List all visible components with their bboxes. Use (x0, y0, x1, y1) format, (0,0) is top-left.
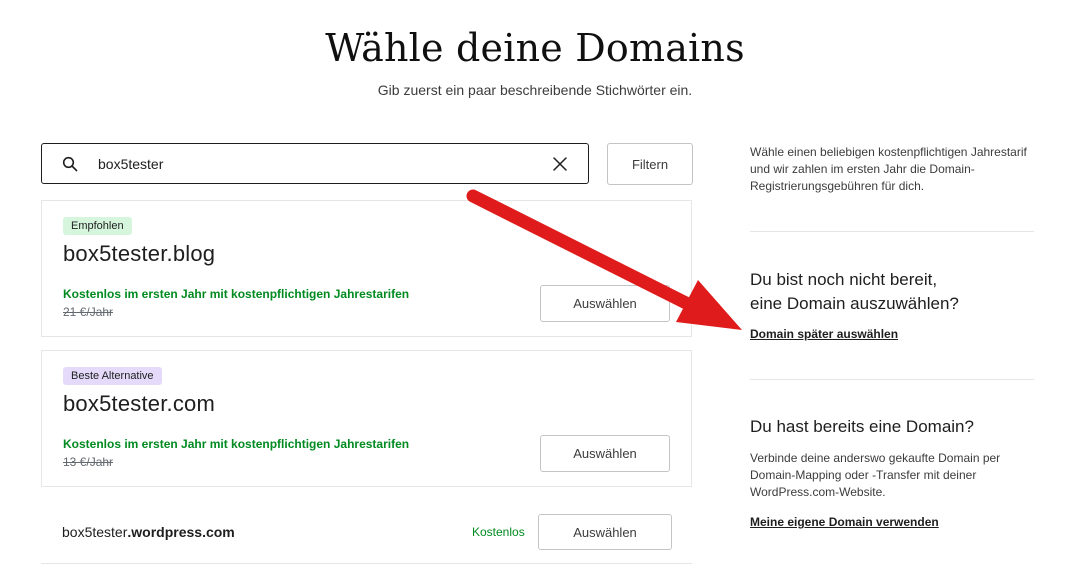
domain-name: box5tester.blog (63, 241, 216, 266)
select-domain-button[interactable]: Auswählen (540, 435, 670, 472)
sidebar-intro: Wähle einen beliebigen kostenpflichtigen… (750, 145, 1027, 193)
domain-search-box[interactable] (41, 143, 589, 184)
select-domain-button[interactable]: Auswählen (540, 285, 670, 322)
own-domain-heading: Du hast bereits eine Domain? (750, 417, 974, 436)
choose-domain-later-link[interactable]: Domain später auswählen (750, 327, 898, 341)
promo-text: Kostenlos im ersten Jahr mit kostenpflic… (63, 437, 410, 451)
domain-result-card: Beste Alternative box5tester.com Kostenl… (41, 350, 692, 487)
not-ready-heading: Du bist noch nicht bereit, eine Domain a… (750, 270, 959, 313)
domain-result-card: Empfohlen box5tester.blog Kostenlos im e… (41, 200, 692, 337)
page-subtitle: Gib zuerst ein paar beschreibende Stichw… (377, 82, 693, 98)
best-alternative-badge: Beste Alternative (63, 367, 162, 385)
filter-button[interactable]: Filtern (607, 143, 693, 185)
sidebar-divider (750, 379, 1034, 380)
sidebar-divider (750, 231, 1034, 232)
promo-text: Kostenlos im ersten Jahr mit kostenpflic… (63, 287, 410, 301)
select-free-domain-button[interactable]: Auswählen (538, 514, 672, 550)
domain-name: box5tester.com (63, 391, 215, 416)
search-input[interactable] (98, 153, 518, 175)
old-price: 13 €/Jahr (63, 455, 114, 469)
recommended-badge: Empfohlen (63, 217, 132, 235)
free-domain-row: box5tester.wordpress.com Kostenlos Auswä… (41, 500, 692, 564)
old-price: 21 €/Jahr (63, 305, 114, 319)
free-price-label: Kostenlos (472, 525, 525, 539)
search-icon (62, 156, 78, 172)
page-title: Wähle deine Domains (325, 26, 745, 70)
free-domain-name: box5tester.wordpress.com (62, 524, 235, 540)
use-own-domain-link[interactable]: Meine eigene Domain verwenden (750, 515, 939, 529)
own-domain-description: Verbinde deine anderswo gekaufte Domain … (750, 451, 1001, 499)
close-icon[interactable] (552, 156, 568, 172)
